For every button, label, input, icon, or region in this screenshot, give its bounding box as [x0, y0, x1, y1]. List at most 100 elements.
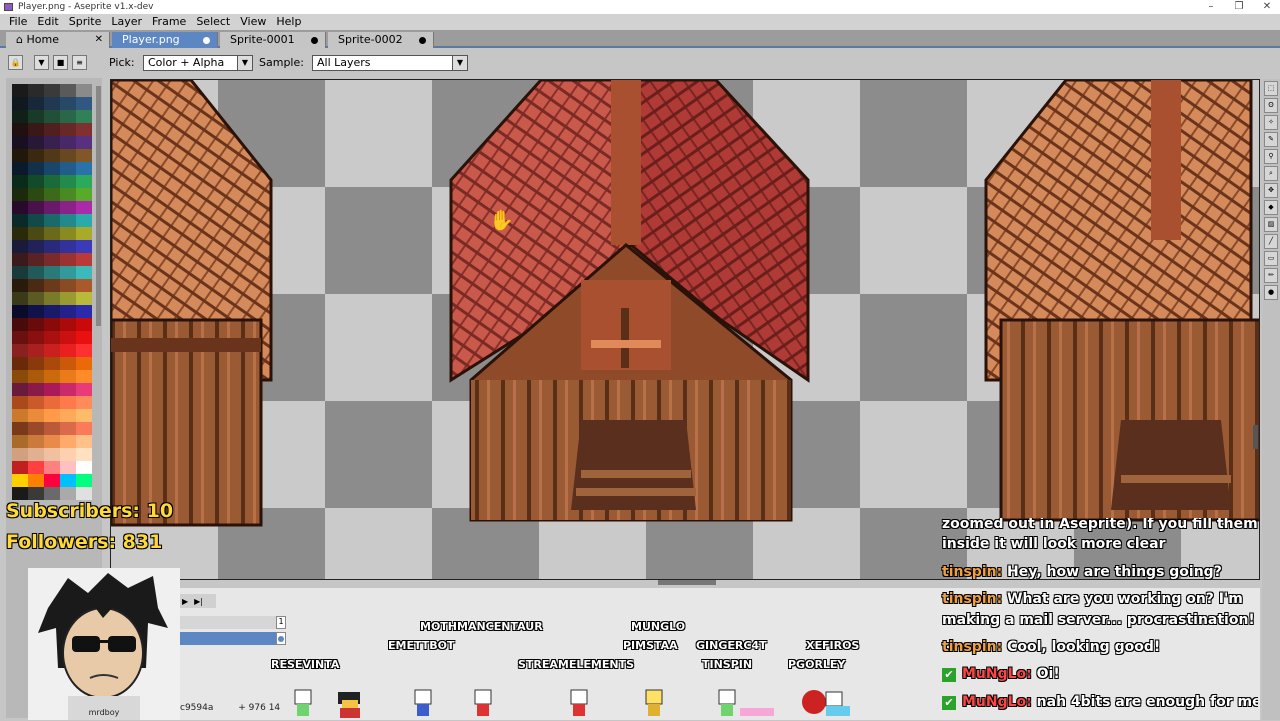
- palette-swatch[interactable]: [28, 305, 44, 318]
- palette-swatch[interactable]: [12, 474, 28, 487]
- palette-swatch[interactable]: [12, 279, 28, 292]
- palette-swatch[interactable]: [60, 396, 76, 409]
- palette-swatch[interactable]: [76, 266, 92, 279]
- tab-close-icon[interactable]: ✕: [95, 32, 103, 48]
- palette-swatch[interactable]: [12, 201, 28, 214]
- palette-swatch[interactable]: [60, 383, 76, 396]
- palette-swatch[interactable]: [44, 266, 60, 279]
- lock-icon[interactable]: 🔒: [8, 55, 23, 70]
- palette-swatch[interactable]: [44, 331, 60, 344]
- palette-swatch[interactable]: [12, 487, 28, 500]
- sample-select[interactable]: All Layers ▼: [312, 55, 468, 71]
- palette-swatch[interactable]: [60, 136, 76, 149]
- palette-swatch[interactable]: [44, 461, 60, 474]
- palette-swatch[interactable]: [12, 422, 28, 435]
- palette-swatch[interactable]: [76, 344, 92, 357]
- palette-swatch[interactable]: [28, 409, 44, 422]
- palette-swatch[interactable]: [76, 435, 92, 448]
- palette-swatch[interactable]: [12, 123, 28, 136]
- gradient-icon[interactable]: ▨: [1264, 217, 1278, 232]
- palette-swatch[interactable]: [44, 162, 60, 175]
- palette-swatch[interactable]: [76, 149, 92, 162]
- palette-swatch[interactable]: [76, 110, 92, 123]
- unsaved-dot-icon[interactable]: [203, 37, 210, 44]
- palette-swatch[interactable]: [76, 487, 92, 500]
- palette-swatch[interactable]: [12, 253, 28, 266]
- palette-swatch[interactable]: [28, 448, 44, 461]
- menu-select[interactable]: Select: [191, 14, 235, 30]
- palette-swatch[interactable]: [44, 123, 60, 136]
- close-window-button[interactable]: ✕: [1256, 0, 1278, 14]
- palette-swatch[interactable]: [76, 279, 92, 292]
- palette-swatch[interactable]: [12, 188, 28, 201]
- palette-swatch[interactable]: [76, 162, 92, 175]
- fill-bucket-icon[interactable]: ◆: [1264, 200, 1278, 215]
- magic-wand-icon[interactable]: ✧: [1264, 115, 1278, 130]
- palette-swatch[interactable]: [60, 84, 76, 97]
- shape-icon[interactable]: ▭: [1264, 251, 1278, 266]
- next-frame-icon[interactable]: ▶|: [194, 597, 203, 606]
- palette-swatch[interactable]: [12, 409, 28, 422]
- menu-file[interactable]: File: [4, 14, 32, 30]
- palette-swatch[interactable]: [44, 136, 60, 149]
- palette-swatch[interactable]: [44, 448, 60, 461]
- palette-swatch[interactable]: [28, 149, 44, 162]
- palette-swatch[interactable]: [12, 227, 28, 240]
- palette-swatch[interactable]: [12, 175, 28, 188]
- palette-swatch[interactable]: [28, 97, 44, 110]
- palette-swatch[interactable]: [44, 383, 60, 396]
- palette-swatch[interactable]: [12, 357, 28, 370]
- palette-swatch[interactable]: [76, 448, 92, 461]
- palette-swatch[interactable]: [44, 370, 60, 383]
- vertical-scrollbar[interactable]: [1253, 425, 1258, 449]
- palette-swatch[interactable]: [76, 188, 92, 201]
- palette-swatch[interactable]: [28, 201, 44, 214]
- palette-swatch[interactable]: [28, 344, 44, 357]
- palette-swatch[interactable]: [60, 110, 76, 123]
- palette-swatch[interactable]: [60, 305, 76, 318]
- palette-swatch[interactable]: [76, 305, 92, 318]
- palette-swatch[interactable]: [44, 149, 60, 162]
- palette-swatch[interactable]: [44, 188, 60, 201]
- palette-swatch[interactable]: [44, 357, 60, 370]
- palette-swatch[interactable]: [60, 149, 76, 162]
- rectangle-marquee-icon[interactable]: ⬚: [1264, 81, 1278, 96]
- palette-swatch[interactable]: [28, 175, 44, 188]
- palette-swatch[interactable]: [12, 461, 28, 474]
- palette-swatch[interactable]: [28, 422, 44, 435]
- palette-swatch[interactable]: [60, 292, 76, 305]
- list-icon[interactable]: ≡: [72, 55, 87, 70]
- palette-swatch[interactable]: [44, 318, 60, 331]
- palette-swatch[interactable]: [60, 240, 76, 253]
- palette-swatch[interactable]: [28, 123, 44, 136]
- layers-icon[interactable]: ■: [53, 55, 68, 70]
- palette-swatch[interactable]: [12, 149, 28, 162]
- palette-swatch[interactable]: [28, 240, 44, 253]
- palette-swatch[interactable]: [60, 253, 76, 266]
- palette-swatch[interactable]: [12, 435, 28, 448]
- horizontal-scrollbar[interactable]: [658, 580, 716, 585]
- palette-swatch[interactable]: [28, 487, 44, 500]
- palette-swatch[interactable]: [60, 487, 76, 500]
- blur-icon[interactable]: ●: [1264, 285, 1278, 300]
- tab-home[interactable]: ⌂ Home ✕: [6, 32, 110, 48]
- palette-swatch[interactable]: [60, 344, 76, 357]
- palette-swatch[interactable]: [60, 422, 76, 435]
- palette-swatch[interactable]: [76, 253, 92, 266]
- palette-swatch[interactable]: [44, 240, 60, 253]
- palette-swatch[interactable]: [28, 110, 44, 123]
- palette-swatch[interactable]: [44, 253, 60, 266]
- palette-swatch[interactable]: [60, 97, 76, 110]
- palette-swatch[interactable]: [76, 292, 92, 305]
- unsaved-dot-icon[interactable]: [419, 37, 426, 44]
- palette-swatch[interactable]: [60, 461, 76, 474]
- palette-swatch[interactable]: [44, 435, 60, 448]
- move-icon[interactable]: ✥: [1264, 183, 1278, 198]
- timeline-layer-row-selected[interactable]: [180, 632, 276, 645]
- palette-swatch[interactable]: [44, 487, 60, 500]
- palette-swatch[interactable]: [44, 201, 60, 214]
- palette-swatch[interactable]: [60, 331, 76, 344]
- palette-swatch[interactable]: [12, 97, 28, 110]
- palette-swatch[interactable]: [28, 396, 44, 409]
- palette-swatch[interactable]: [28, 318, 44, 331]
